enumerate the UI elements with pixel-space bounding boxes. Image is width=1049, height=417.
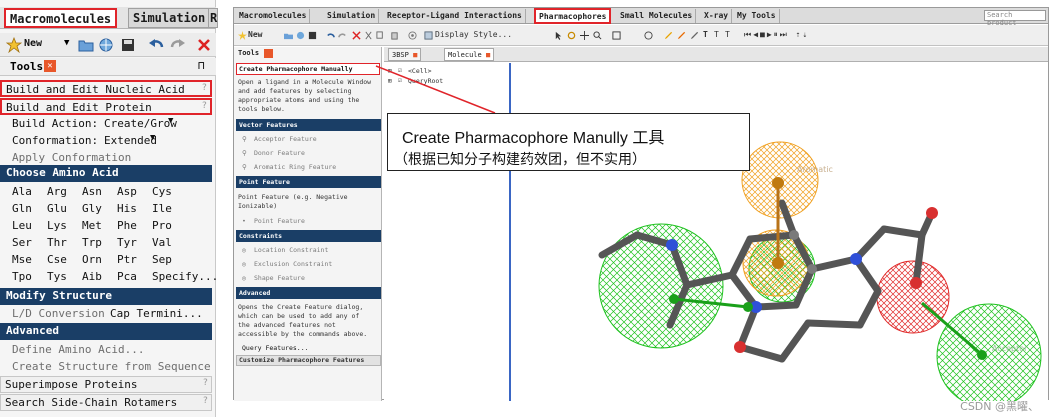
annotation-callout: Create Pharmacophore Manully 工具 （根据已知分子构… bbox=[387, 113, 750, 171]
watermark-text: CSDN @黑曜、 bbox=[960, 400, 1039, 413]
callout-line-2: （根据已知分子构建药效团，但不实用） bbox=[394, 152, 646, 168]
annotation-arrow bbox=[375, 65, 496, 114]
callout-line-1: Create Pharmacophore Manully 工具 bbox=[402, 130, 665, 147]
